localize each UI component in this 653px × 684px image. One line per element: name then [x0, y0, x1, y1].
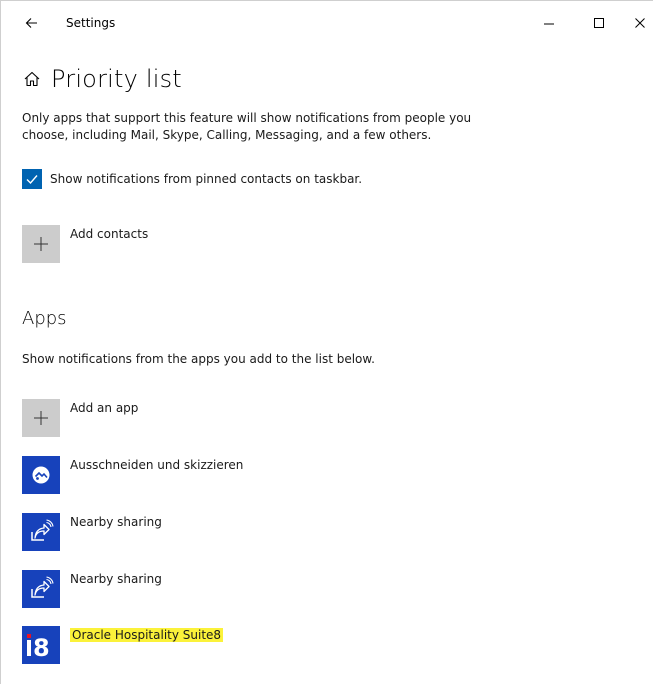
title-bar: Settings — [0, 0, 653, 44]
app-name: Nearby sharing — [70, 515, 162, 529]
app-list-item[interactable]: Nearby sharing — [22, 570, 162, 608]
page-header: Priority list — [22, 63, 182, 95]
pinned-contacts-checkbox[interactable] — [22, 169, 42, 189]
snip-sketch-icon — [32, 466, 50, 484]
app-name: Nearby sharing — [70, 572, 162, 586]
nearby-sharing-icon — [31, 519, 54, 541]
app-tile — [22, 456, 60, 494]
add-contacts-tile — [22, 225, 60, 263]
app-tile — [22, 570, 60, 608]
checkmark-icon — [26, 175, 38, 185]
plus-icon — [34, 237, 48, 251]
highlighted-app-name: Oracle Hospitality Suite8 — [70, 628, 224, 642]
svg-text:8: 8 — [33, 634, 50, 662]
app-list-item[interactable]: Nearby sharing — [22, 513, 162, 551]
close-icon — [635, 18, 645, 28]
app-tile: 8 — [22, 626, 60, 664]
app-name: Oracle Hospitality Suite8 — [70, 628, 224, 642]
add-contacts-button[interactable]: Add contacts — [22, 225, 148, 263]
add-app-label: Add an app — [70, 401, 139, 415]
app-list-item[interactable]: 8 Oracle Hospitality Suite8 — [22, 626, 224, 664]
suite8-icon: 8 — [27, 634, 50, 662]
app-list-item[interactable]: Ausschneiden und skizzieren — [22, 456, 243, 494]
pinned-contacts-checkbox-row[interactable]: Show notifications from pinned contacts … — [22, 168, 362, 190]
window-title: Settings — [66, 16, 116, 30]
minimize-icon — [544, 23, 554, 25]
minimize-button[interactable] — [536, 10, 562, 36]
close-button[interactable] — [627, 10, 653, 36]
apps-section-description: Show notifications from the apps you add… — [22, 352, 375, 366]
add-app-tile — [22, 399, 60, 437]
maximize-icon — [594, 18, 604, 28]
app-tile — [22, 513, 60, 551]
window-frame-left — [0, 0, 1, 684]
back-arrow-icon — [25, 18, 37, 28]
intro-text: Only apps that support this feature will… — [22, 111, 472, 142]
page-title: Priority list — [51, 65, 182, 93]
apps-section-title: Apps — [22, 308, 67, 329]
maximize-button[interactable] — [586, 10, 612, 36]
nearby-sharing-icon — [31, 576, 54, 598]
plus-icon — [34, 411, 48, 425]
add-contacts-label: Add contacts — [70, 227, 149, 241]
back-button[interactable] — [22, 13, 42, 33]
pinned-contacts-label: Show notifications from pinned contacts … — [50, 172, 363, 186]
add-app-button[interactable]: Add an app — [22, 399, 138, 437]
home-icon — [24, 71, 40, 87]
app-name: Ausschneiden und skizzieren — [70, 458, 244, 472]
